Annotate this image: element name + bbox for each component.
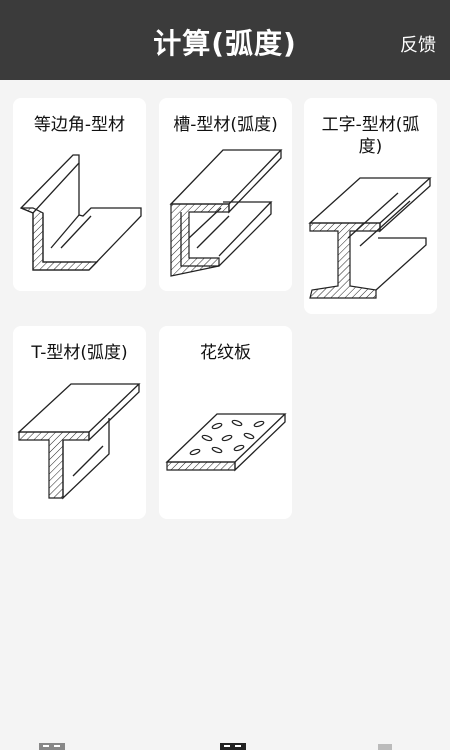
card-i-beam[interactable]: 工字-型材(弧度)	[304, 98, 437, 314]
calculator-icon[interactable]	[37, 742, 67, 750]
profile-icon[interactable]	[372, 742, 398, 750]
card-angle-steel[interactable]: 等边角-型材	[13, 98, 146, 291]
card-t-bar[interactable]: T-型材(弧度)	[13, 326, 146, 519]
angle-steel-icon	[19, 154, 142, 271]
page-title: 计算(弧度)	[153, 27, 297, 60]
app-header: 计算(弧度) 反馈	[0, 0, 450, 80]
calculator-icon[interactable]	[218, 742, 248, 750]
channel-steel-icon	[169, 149, 283, 277]
i-beam-icon	[308, 177, 432, 299]
card-checkered-plate[interactable]: 花纹板	[159, 326, 292, 519]
checkered-plate-icon	[165, 413, 287, 472]
card-channel-steel[interactable]: 槽-型材(弧度)	[159, 98, 292, 291]
t-bar-icon	[17, 383, 141, 500]
feedback-button[interactable]: 反馈	[400, 31, 436, 57]
